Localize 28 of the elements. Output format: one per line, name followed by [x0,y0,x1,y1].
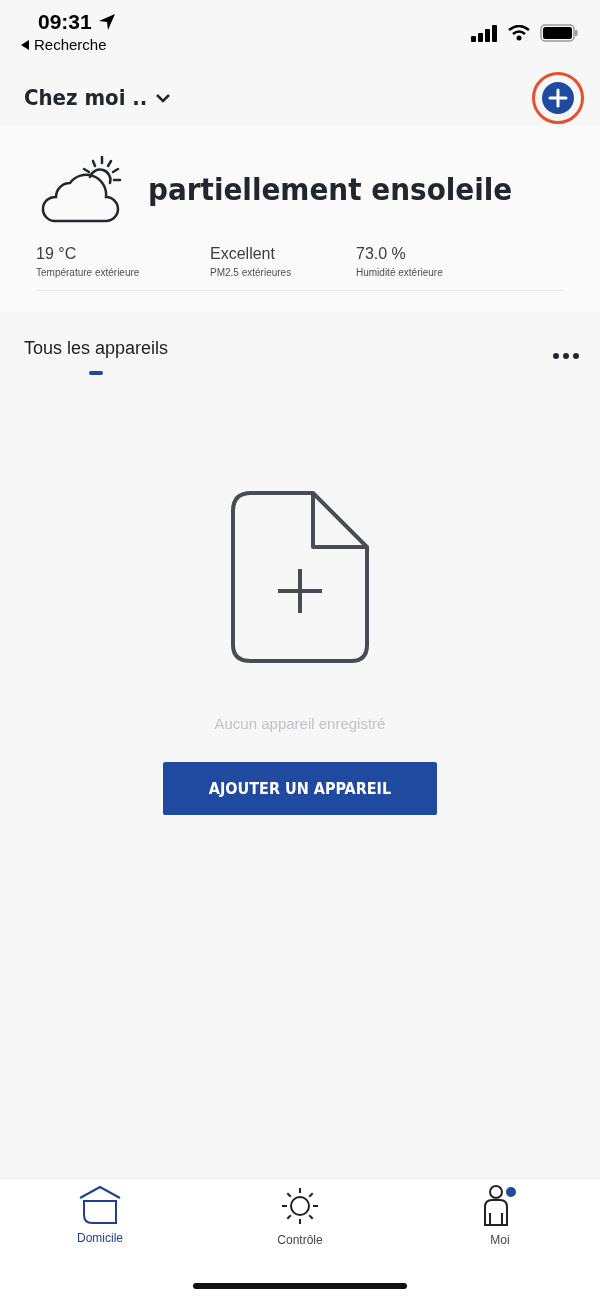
stat-value: 73.0 % [356,245,407,263]
tab-bar-item[interactable]: Contrôle [240,1185,360,1257]
device-tab[interactable]: Tous les appareils [24,338,169,385]
wifi-icon [508,25,530,41]
stat-value: 19 °C [36,245,78,263]
signal-icon [471,24,498,42]
weather-condition: partiellement ensoleile [148,171,513,207]
home-icon [78,1185,122,1225]
plus-icon [541,80,575,115]
sun-icon [279,1185,321,1227]
tab-bar-item[interactable]: Domicile [40,1185,160,1257]
battery-icon [540,24,578,42]
location-arrow-icon [97,13,116,31]
chevron-down-icon [155,91,172,104]
more-icon[interactable] [552,352,580,360]
stat-label: PM2.5 extérieures [210,267,293,278]
add-device-button[interactable]: AJOUTER UN APPAREIL [163,762,437,815]
stat-label: Humidité extérieure [356,267,444,278]
home-selector[interactable]: Chez moi .. [24,85,172,110]
add-document-icon [231,491,369,663]
stat-value: Excellent [210,245,276,263]
partly-sunny-icon [40,155,124,223]
stat-label: Température extérieure [36,267,141,278]
add-button[interactable] [532,71,584,124]
back-link[interactable]: Recherche [20,36,116,53]
tab-bar-item[interactable]: Moi [440,1185,560,1257]
back-arrow-icon [20,39,30,50]
clock-time: 09:31 [38,10,92,34]
